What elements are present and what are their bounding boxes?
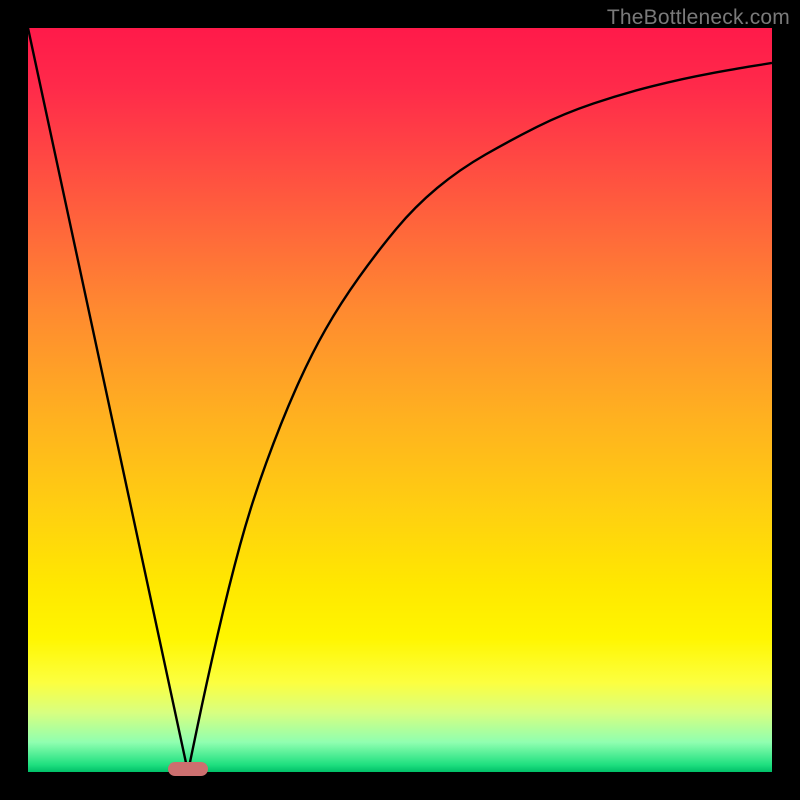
minimum-marker: [168, 762, 208, 776]
watermark-text: TheBottleneck.com: [607, 6, 790, 30]
plot-area: [28, 28, 772, 772]
